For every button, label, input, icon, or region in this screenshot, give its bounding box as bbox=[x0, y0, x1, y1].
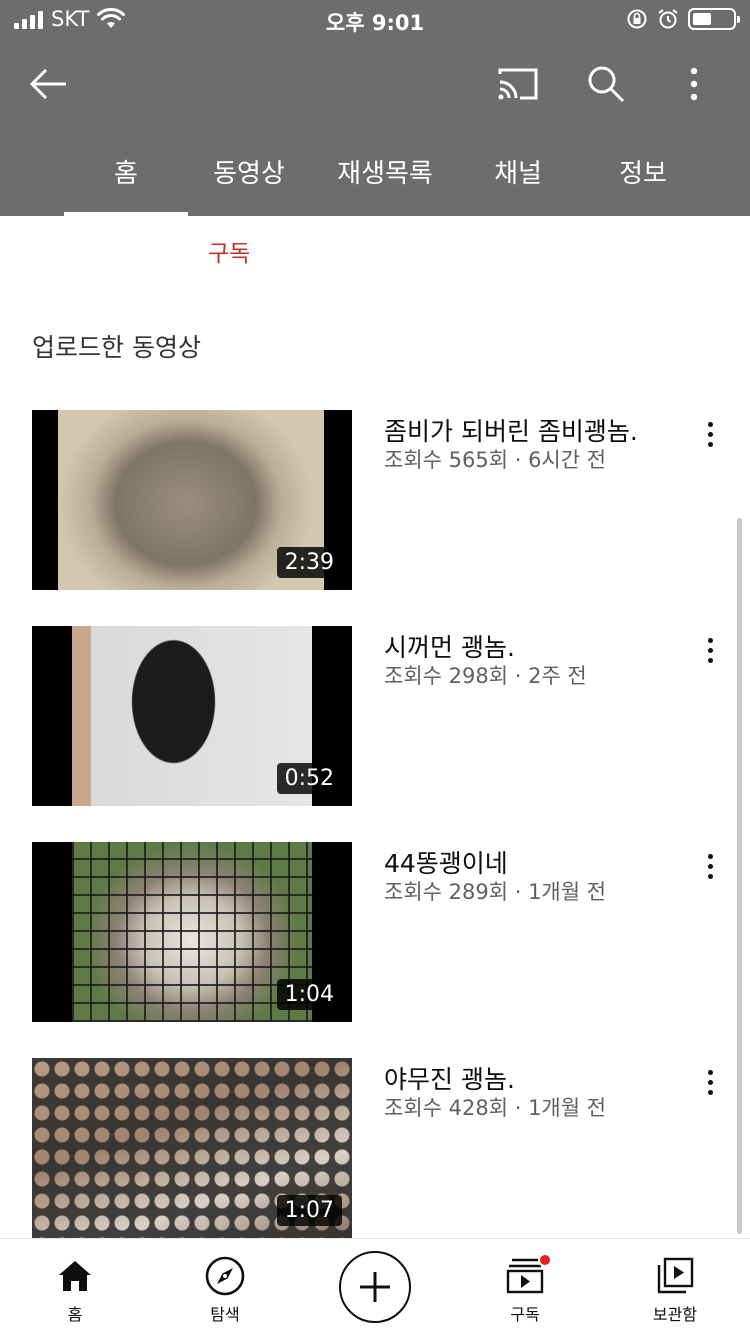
alarm-icon bbox=[658, 9, 678, 29]
tab-about[interactable]: 정보 bbox=[586, 140, 700, 216]
status-bar: SKT 오후 9:01 bbox=[0, 0, 750, 40]
channel-tabs: 홈 동영상 재생목록 채널 정보 bbox=[0, 140, 750, 216]
video-thumbnail[interactable]: 1:07 bbox=[32, 1058, 352, 1238]
battery-icon bbox=[688, 8, 740, 30]
subscribe-button[interactable]: 구독 bbox=[208, 234, 250, 268]
tab-playlists[interactable]: 재생목록 bbox=[320, 140, 450, 216]
video-title[interactable]: 좀비가 되버린 좀비괭놈. bbox=[384, 412, 638, 448]
nav-subscriptions-label: 구독 bbox=[510, 1305, 540, 1324]
video-title[interactable]: 야무진 괭놈. bbox=[384, 1060, 515, 1096]
video-thumbnail[interactable]: 2:39 bbox=[32, 410, 352, 590]
video-title[interactable]: 44똥괭이네 bbox=[384, 844, 508, 880]
nav-library-label: 보관함 bbox=[652, 1305, 698, 1324]
more-options-button[interactable] bbox=[680, 60, 708, 108]
video-meta: 조회수 428회 · 1개월 전 bbox=[384, 1096, 607, 1120]
library-icon bbox=[657, 1257, 694, 1294]
nav-home-label: 홈 bbox=[67, 1305, 83, 1324]
video-more-button[interactable] bbox=[696, 414, 724, 454]
video-duration: 1:04 bbox=[276, 979, 342, 1010]
video-more-button[interactable] bbox=[696, 630, 724, 670]
video-duration: 0:52 bbox=[276, 763, 342, 794]
video-duration: 1:07 bbox=[276, 1195, 342, 1226]
nav-home[interactable]: 홈 bbox=[20, 1239, 130, 1334]
video-meta: 조회수 289회 · 1개월 전 bbox=[384, 880, 607, 904]
nav-subscriptions[interactable]: 구독 bbox=[470, 1239, 580, 1334]
video-meta: 조회수 298회 · 2주 전 bbox=[384, 664, 587, 688]
video-item[interactable]: 1:04 44똥괭이네 조회수 289회 · 1개월 전 bbox=[32, 842, 732, 1022]
cast-icon bbox=[498, 68, 538, 100]
nav-explore[interactable]: 탐색 bbox=[170, 1239, 280, 1334]
search-icon bbox=[588, 66, 625, 103]
video-more-button[interactable] bbox=[696, 1062, 724, 1102]
section-title: 업로드한 동영상 bbox=[32, 333, 201, 362]
video-thumbnail[interactable]: 0:52 bbox=[32, 626, 352, 806]
tab-home[interactable]: 홈 bbox=[64, 140, 188, 216]
home-icon bbox=[59, 1261, 91, 1291]
video-thumbnail[interactable]: 1:04 bbox=[32, 842, 352, 1022]
more-vertical-icon bbox=[690, 67, 698, 101]
video-meta: 조회수 565회 · 6시간 전 bbox=[384, 448, 607, 472]
notification-dot bbox=[538, 1253, 552, 1267]
video-more-button[interactable] bbox=[696, 846, 724, 886]
arrow-left-icon bbox=[29, 68, 66, 100]
video-item[interactable]: 0:52 시꺼먼 괭놈. 조회수 298회 · 2주 전 bbox=[32, 626, 732, 806]
tab-videos[interactable]: 동영상 bbox=[188, 140, 310, 216]
video-item[interactable]: 1:07 야무진 괭놈. 조회수 428회 · 1개월 전 bbox=[32, 1058, 732, 1238]
cast-button[interactable] bbox=[494, 62, 542, 106]
nav-explore-label: 탐색 bbox=[210, 1305, 240, 1324]
nav-library[interactable]: 보관함 bbox=[620, 1239, 730, 1334]
orientation-lock-icon bbox=[627, 9, 647, 29]
compass-icon bbox=[205, 1256, 245, 1296]
video-duration: 2:39 bbox=[276, 547, 342, 578]
video-title[interactable]: 시꺼먼 괭놈. bbox=[384, 628, 515, 664]
bottom-navigation: 홈 탐색 구독 보관함 bbox=[0, 1238, 750, 1334]
tab-channels[interactable]: 채널 bbox=[460, 140, 576, 216]
search-button[interactable] bbox=[582, 60, 630, 108]
video-item[interactable]: 2:39 좀비가 되버린 좀비괭놈. 조회수 565회 · 6시간 전 bbox=[32, 410, 732, 590]
app-header: SKT 오후 9:01 홈 동영상 재생목록 채널 정보 bbox=[0, 0, 750, 216]
create-button[interactable] bbox=[339, 1251, 411, 1323]
scrollbar[interactable] bbox=[737, 518, 742, 1234]
plus-icon bbox=[360, 1272, 390, 1302]
back-button[interactable] bbox=[24, 62, 72, 106]
